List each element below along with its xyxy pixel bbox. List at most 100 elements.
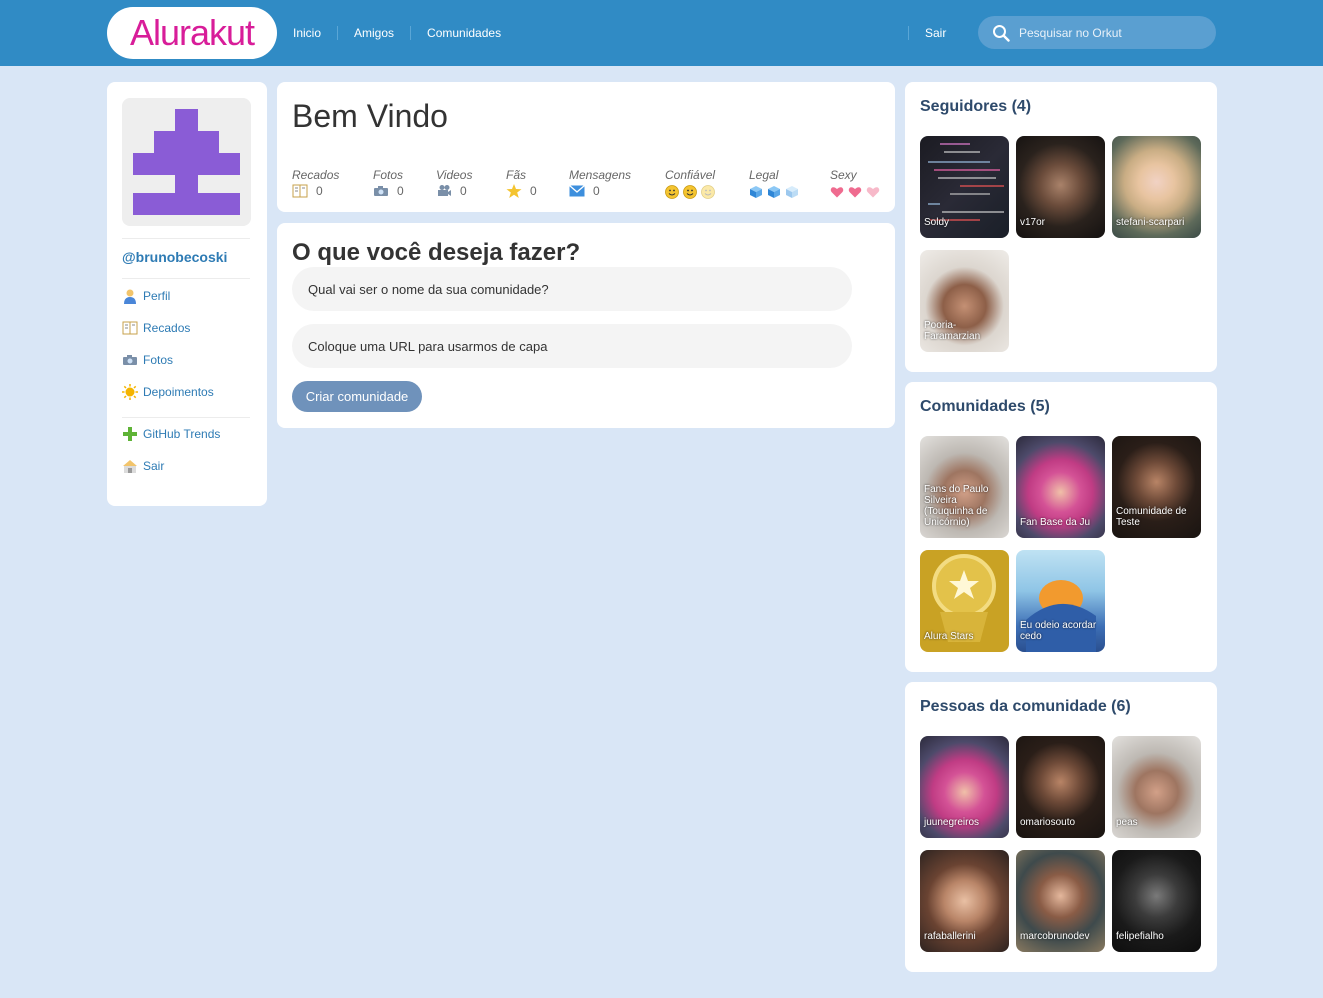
camera-icon <box>123 355 137 365</box>
person-card[interactable]: marcobrunodev <box>1016 850 1105 952</box>
follower-name: Pooria-Faramarzian <box>924 320 981 342</box>
cube-icon <box>786 186 798 198</box>
identicon-image <box>133 109 240 215</box>
stat-value: 0 <box>593 184 600 198</box>
follower-name: stefani-scarpari <box>1116 217 1185 228</box>
person-name: rafaballerini <box>924 931 976 942</box>
person-card[interactable]: felipefialho <box>1112 850 1201 952</box>
star-icon <box>506 184 522 198</box>
rating-legal: Legal <box>749 168 799 200</box>
sidebar-item-github-trends[interactable]: GitHub Trends <box>122 426 220 442</box>
community-name: Eu odeio acordar cedo <box>1020 620 1097 642</box>
create-community-button[interactable]: Criar comunidade <box>292 381 422 412</box>
followers-panel: Seguidores (4) Soldy v17or stefani-scarp… <box>905 82 1217 372</box>
rating-icons <box>830 184 880 200</box>
nav-amigos[interactable]: Amigos <box>337 26 410 40</box>
heart-icon <box>866 187 880 198</box>
book-icon <box>292 184 308 198</box>
follower-card[interactable]: Pooria-Faramarzian <box>920 250 1009 352</box>
community-card[interactable]: Eu odeio acordar cedo <box>1016 550 1105 652</box>
sidebar-item-perfil[interactable]: Perfil <box>122 288 170 304</box>
logout-link[interactable]: Sair <box>908 26 962 40</box>
person-name: omariosouto <box>1020 817 1076 828</box>
page-title: Bem Vindo <box>292 98 448 134</box>
sun-icon <box>122 384 138 400</box>
community-name-input[interactable] <box>292 267 852 311</box>
sidebar-item-sair[interactable]: Sair <box>122 458 164 474</box>
profile-username[interactable]: @brunobecoski <box>122 249 227 265</box>
search-bar <box>978 16 1216 49</box>
stat-videos: Videos 0 <box>436 168 473 198</box>
person-card[interactable]: peas <box>1112 736 1201 838</box>
community-card[interactable]: Comunidade de Teste <box>1112 436 1201 538</box>
community-card[interactable]: Fan Base da Ju <box>1016 436 1105 538</box>
rating-confiavel: Confiável <box>665 168 715 200</box>
follower-name: Soldy <box>924 217 950 228</box>
community-name: Fan Base da Ju <box>1020 517 1091 528</box>
rating-sexy: Sexy <box>830 168 880 200</box>
follower-card[interactable]: Soldy <box>920 136 1009 238</box>
search-icon[interactable] <box>992 24 1010 42</box>
stat-recados: Recados 0 <box>292 168 340 198</box>
main-nav: Inicio Amigos Comunidades <box>277 0 517 66</box>
community-name: Comunidade de Teste <box>1116 506 1187 528</box>
plus-icon <box>123 427 137 441</box>
stat-value: 0 <box>530 184 537 198</box>
stat-mensagens: Mensagens 0 <box>569 168 632 198</box>
divider <box>122 238 250 239</box>
cover-url-input[interactable] <box>292 324 852 368</box>
follower-card[interactable]: v17or <box>1016 136 1105 238</box>
community-name: Alura Stars <box>924 631 974 642</box>
alurakut-logo[interactable]: Alurakut <box>107 7 277 59</box>
top-bar: Alurakut Inicio Amigos Comunidades Sair <box>0 0 1323 66</box>
person-card[interactable]: juunegreiros <box>920 736 1009 838</box>
communities-title: Comunidades (5) <box>920 398 1050 415</box>
people-title: Pessoas da comunidade (6) <box>920 698 1131 715</box>
person-name: marcobrunodev <box>1020 931 1090 942</box>
smiley-icon <box>701 185 715 199</box>
sidebar-item-fotos[interactable]: Fotos <box>122 352 173 368</box>
video-icon <box>438 185 451 196</box>
stat-fas: Fãs 0 <box>506 168 537 198</box>
stat-fotos: Fotos 0 <box>373 168 404 198</box>
book-icon <box>122 321 138 335</box>
stat-value: 0 <box>397 184 404 198</box>
smiley-icon <box>665 185 679 199</box>
rating-icons <box>749 184 799 200</box>
right-nav: Sair <box>908 0 962 66</box>
rating-icons <box>665 184 715 200</box>
person-name: peas <box>1116 817 1138 828</box>
avatar[interactable] <box>122 98 251 226</box>
follower-card[interactable]: stefani-scarpari <box>1112 136 1201 238</box>
person-name: felipefialho <box>1116 931 1164 942</box>
divider <box>122 278 250 279</box>
communities-panel: Comunidades (5) Fans do Paulo Silveira (… <box>905 382 1217 672</box>
camera-icon <box>374 186 388 196</box>
stat-value: 0 <box>316 184 323 198</box>
section-title: O que você deseja fazer? <box>292 239 581 266</box>
community-card[interactable]: Alura Stars <box>920 550 1009 652</box>
follower-name: v17or <box>1020 217 1046 228</box>
followers-title: Seguidores (4) <box>920 98 1032 115</box>
sidebar-item-recados[interactable]: Recados <box>122 320 190 336</box>
user-icon <box>124 289 136 304</box>
sidebar-item-depoimentos[interactable]: Depoimentos <box>122 384 214 400</box>
heart-icon <box>848 187 862 198</box>
nav-comunidades[interactable]: Comunidades <box>410 26 517 40</box>
search-input[interactable] <box>1019 25 1199 40</box>
mail-icon <box>569 185 585 197</box>
home-icon <box>123 460 137 473</box>
stat-value: 0 <box>460 184 467 198</box>
community-card[interactable]: Fans do Paulo Silveira (Touquinha de Uni… <box>920 436 1009 538</box>
welcome-panel: Bem Vindo Recados 0 Fotos 0 Videos 0 Fãs… <box>277 82 895 212</box>
nav-inicio[interactable]: Inicio <box>277 26 337 40</box>
community-people-panel: Pessoas da comunidade (6) juunegreiros o… <box>905 682 1217 972</box>
smiley-icon <box>683 185 697 199</box>
cube-icon <box>750 186 762 198</box>
person-card[interactable]: omariosouto <box>1016 736 1105 838</box>
community-name: Fans do Paulo Silveira (Touquinha de Uni… <box>924 484 989 528</box>
cube-icon <box>768 186 780 198</box>
person-card[interactable]: rafaballerini <box>920 850 1009 952</box>
profile-sidebar: @brunobecoski Perfil Recados Fotos Depoi… <box>107 82 267 506</box>
create-community-panel: O que você deseja fazer? Criar comunidad… <box>277 223 895 428</box>
